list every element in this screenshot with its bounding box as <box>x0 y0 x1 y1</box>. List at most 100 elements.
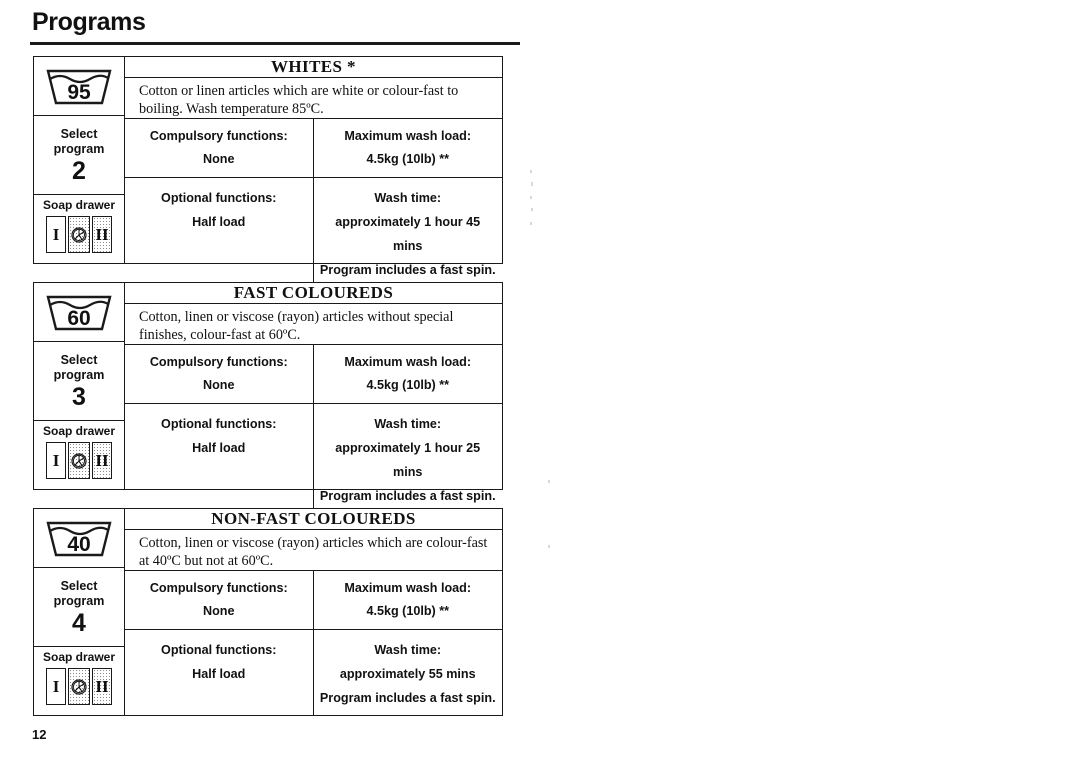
max-wash-load-label: Maximum wash load: <box>344 129 472 143</box>
drawer-compartment-1-icon: I <box>46 216 66 253</box>
wash-tub-icon: 40 <box>46 521 112 557</box>
page-title: Programs <box>32 8 146 36</box>
drawer-compartment-1-icon: I <box>46 442 66 479</box>
fabric-conditioner-flower-icon <box>68 216 90 253</box>
program-functions-row: Compulsory functions: None Maximum wash … <box>125 345 502 404</box>
spin-note: Program includes a fast spin. <box>319 489 496 503</box>
program-number: 3 <box>72 382 86 411</box>
optional-functions-label: Optional functions: <box>161 417 277 431</box>
program-functions-row: Compulsory functions: None Maximum wash … <box>125 119 502 178</box>
optional-functions-value: Half load <box>192 667 246 681</box>
select-label-line1: Select <box>60 578 98 593</box>
max-wash-load-cell: Maximum wash load: 4.5kg (10lb) ** <box>314 571 503 629</box>
drawer-compartment-2-icon: II <box>92 442 112 479</box>
optional-functions-label: Optional functions: <box>161 643 277 657</box>
compulsory-functions-value: None <box>203 378 235 392</box>
scan-speck <box>531 182 533 186</box>
wash-time-cell: Wash time: approximately 1 hour 25 mins … <box>314 404 503 514</box>
program-description: Cotton or linen articles which are white… <box>125 78 502 119</box>
left-page-number: 12 <box>32 727 47 742</box>
wash-time-cell: Wash time: approximately 1 hour 45 mins … <box>314 178 503 288</box>
left-page: Programs 95 Select program 2 Soap drawer… <box>0 0 545 763</box>
spin-note: Program includes a fast spin. <box>319 691 496 705</box>
select-label-line2: program <box>53 593 105 608</box>
drawer-compartment-1-icon: I <box>46 668 66 705</box>
flower-icon <box>71 452 87 469</box>
optional-functions-cell: Optional functions: Half load <box>125 178 314 288</box>
wash-time-cell: Wash time: approximately 55 mins Program… <box>314 630 503 716</box>
compulsory-functions-value: None <box>203 152 235 166</box>
drawer-compartment-2-icon: II <box>92 668 112 705</box>
wash-time-label: Wash time: <box>374 417 442 431</box>
max-wash-load-value: 4.5kg (10lb) ** <box>366 152 450 166</box>
program-functions-row: Compulsory functions: None Maximum wash … <box>125 571 502 630</box>
scan-speck <box>530 170 532 173</box>
soap-drawer-cell: Soap drawer I II <box>34 195 124 263</box>
program-table: 40 Select program 4 Soap drawer I II NON… <box>33 508 503 716</box>
compulsory-functions-value: None <box>203 604 235 618</box>
select-label-line1: Select <box>60 126 98 141</box>
wash-tub-icon: 60 <box>46 295 112 331</box>
spin-note: Program includes a fast spin. <box>319 263 496 277</box>
max-wash-load-cell: Maximum wash load: 4.5kg (10lb) ** <box>314 119 503 177</box>
page-gutter <box>548 40 549 730</box>
compulsory-functions-cell: Compulsory functions: None <box>125 119 314 177</box>
wash-time-value: approximately 1 hour 45 mins <box>335 215 481 253</box>
scan-speck <box>530 222 532 225</box>
flower-icon <box>71 678 87 695</box>
wash-time-value: approximately 55 mins <box>339 667 476 681</box>
compulsory-functions-label: Compulsory functions: <box>149 581 288 595</box>
program-table: 95 Select program 2 Soap drawer I II WHI… <box>33 56 503 288</box>
wash-time-label: Wash time: <box>374 191 442 205</box>
soap-drawer-cell: Soap drawer I II <box>34 421 124 489</box>
select-label-line2: program <box>53 141 105 156</box>
optional-functions-cell: Optional functions: Half load <box>125 630 314 716</box>
wash-time-label: Wash time: <box>374 643 442 657</box>
max-wash-load-value: 4.5kg (10lb) ** <box>366 604 450 618</box>
flower-icon <box>71 226 87 243</box>
wash-time-value: approximately 1 hour 25 mins <box>335 441 481 479</box>
program-name: WHITES * <box>125 57 502 78</box>
program-icon-column: 40 Select program 4 Soap drawer I II <box>34 509 125 715</box>
manual-spread: Programs 95 Select program 2 Soap drawer… <box>0 0 1080 763</box>
compulsory-functions-cell: Compulsory functions: None <box>125 571 314 629</box>
select-program-cell: Select program 2 <box>34 116 124 195</box>
wash-tub-icon: 95 <box>46 69 112 105</box>
wash-temperature-value: 95 <box>67 81 91 104</box>
scan-speck <box>548 480 550 483</box>
optional-functions-cell: Optional functions: Half load <box>125 404 314 514</box>
header-rule <box>30 42 520 45</box>
program-icon-column: 60 Select program 3 Soap drawer I II <box>34 283 125 489</box>
scan-speck <box>548 545 550 548</box>
program-number: 2 <box>72 156 86 185</box>
program-detail-column: NON-FAST COLOUREDS Cotton, linen or visc… <box>125 509 502 716</box>
max-wash-load-label: Maximum wash load: <box>344 581 472 595</box>
program-optional-row: Optional functions: Half load Wash time:… <box>125 178 502 288</box>
program-description: Cotton, linen or viscose (rayon) article… <box>125 304 502 345</box>
select-label-line2: program <box>53 367 105 382</box>
max-wash-load-label: Maximum wash load: <box>344 355 472 369</box>
wash-temperature-value: 40 <box>67 533 90 556</box>
wash-tub-icon-cell: 95 <box>34 57 124 116</box>
left-page-header: Programs <box>30 8 520 45</box>
wash-tub-icon-cell: 60 <box>34 283 124 342</box>
select-program-cell: Select program 3 <box>34 342 124 421</box>
program-optional-row: Optional functions: Half load Wash time:… <box>125 404 502 514</box>
compulsory-functions-label: Compulsory functions: <box>149 129 288 143</box>
compulsory-functions-cell: Compulsory functions: None <box>125 345 314 403</box>
program-name: FAST COLOUREDS <box>125 283 502 304</box>
select-label-line1: Select <box>60 352 98 367</box>
scan-speck <box>531 208 533 211</box>
max-wash-load-value: 4.5kg (10lb) ** <box>366 378 450 392</box>
fabric-conditioner-flower-icon <box>68 442 90 479</box>
drawer-compartment-2-icon: II <box>92 216 112 253</box>
program-icon-column: 95 Select program 2 Soap drawer I II <box>34 57 125 263</box>
scan-speck <box>530 196 532 199</box>
max-wash-load-cell: Maximum wash load: 4.5kg (10lb) ** <box>314 345 503 403</box>
compulsory-functions-label: Compulsory functions: <box>149 355 288 369</box>
wash-tub-icon-cell: 40 <box>34 509 124 568</box>
optional-functions-value: Half load <box>192 215 246 229</box>
program-optional-row: Optional functions: Half load Wash time:… <box>125 630 502 716</box>
fabric-conditioner-flower-icon <box>68 668 90 705</box>
optional-functions-label: Optional functions: <box>161 191 277 205</box>
